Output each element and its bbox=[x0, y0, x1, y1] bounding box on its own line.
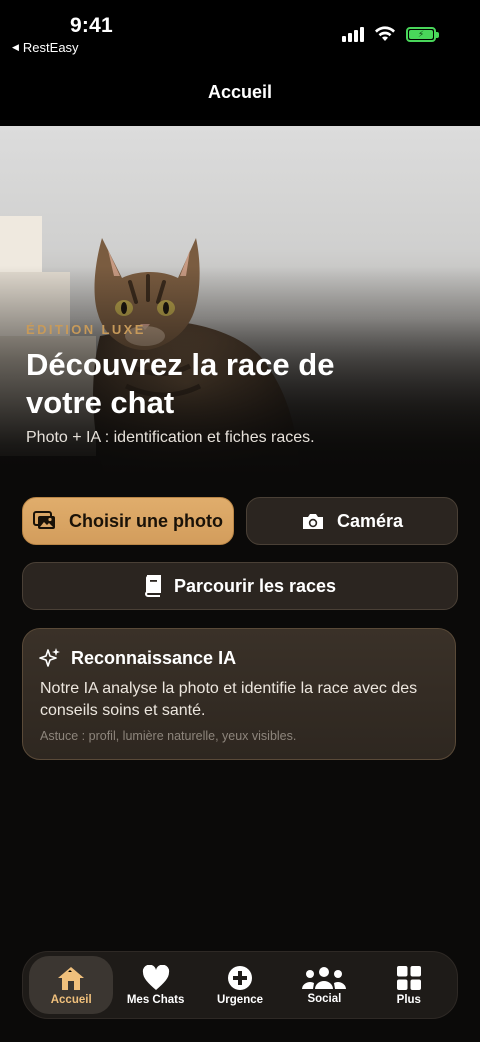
photos-icon bbox=[33, 511, 55, 529]
status-icons: ⚡ bbox=[342, 26, 439, 42]
back-app-label: RestEasy bbox=[22, 40, 79, 55]
status-time: 9:41 bbox=[70, 14, 113, 37]
camera-label: Caméra bbox=[336, 510, 404, 531]
choose-photo-button[interactable]: Choisir une photo bbox=[22, 497, 234, 545]
page-title: Accueil bbox=[207, 82, 273, 102]
status-bar: 9:41 ◀ RestEasy ⚡ bbox=[0, 0, 480, 62]
plus-circle-icon bbox=[228, 965, 253, 990]
tab-label-urgence: Urgence bbox=[217, 993, 264, 1006]
camera-icon bbox=[302, 513, 323, 529]
tab-accueil[interactable]: Accueil bbox=[29, 956, 114, 1014]
tab-urgence[interactable]: Urgence bbox=[198, 956, 282, 1014]
heart-icon bbox=[142, 964, 169, 990]
tab-mes-chats[interactable]: Mes Chats bbox=[113, 956, 197, 1014]
ai-card-header: Reconnaissance IA bbox=[39, 647, 236, 669]
hero-subtitle: Photo + IA : identification et fiches ra… bbox=[26, 429, 315, 446]
tab-bar: Accueil Mes Chats Urgence Social Plus bbox=[22, 951, 458, 1019]
people-icon bbox=[302, 966, 347, 989]
cellular-signal-icon bbox=[342, 26, 364, 42]
hero-eyebrow: ÉDITION LUXE bbox=[26, 322, 146, 337]
back-triangle-icon: ◀ bbox=[12, 42, 19, 52]
tab-label-mes-chats: Mes Chats bbox=[126, 993, 185, 1006]
back-to-app-link[interactable]: ◀ RestEasy bbox=[12, 40, 79, 55]
hero-banner: ÉDITION LUXE Découvrez la race de votre … bbox=[0, 126, 480, 476]
browse-breeds-label: Parcourir les races bbox=[173, 575, 337, 596]
sparkles-icon bbox=[39, 648, 60, 667]
ai-card-tip: Astuce : profil, lumière naturelle, yeux… bbox=[40, 729, 297, 743]
tab-label-plus: Plus bbox=[396, 993, 421, 1006]
tab-label-accueil: Accueil bbox=[50, 993, 92, 1006]
ai-card-title: Reconnaissance IA bbox=[71, 647, 237, 668]
home-icon bbox=[58, 966, 85, 990]
ai-card-body: Notre IA analyse la photo et identifie l… bbox=[40, 680, 418, 719]
tab-social[interactable]: Social bbox=[282, 956, 366, 1014]
choose-photo-label: Choisir une photo bbox=[69, 510, 223, 531]
tab-label-social: Social bbox=[307, 992, 342, 1005]
navigation-bar: Accueil bbox=[0, 62, 480, 126]
ai-recognition-card: Reconnaissance IA Notre IA analyse la ph… bbox=[22, 628, 456, 760]
browse-breeds-button[interactable]: Parcourir les races bbox=[22, 562, 458, 610]
book-icon bbox=[144, 575, 161, 597]
battery-charging-icon: ⚡ bbox=[406, 26, 439, 42]
grid-icon bbox=[396, 965, 421, 990]
tab-plus[interactable]: Plus bbox=[367, 956, 451, 1014]
hero-title: Découvrez la race de votre chat bbox=[26, 347, 335, 420]
camera-button[interactable]: Caméra bbox=[246, 497, 458, 545]
wifi-icon bbox=[375, 26, 395, 41]
